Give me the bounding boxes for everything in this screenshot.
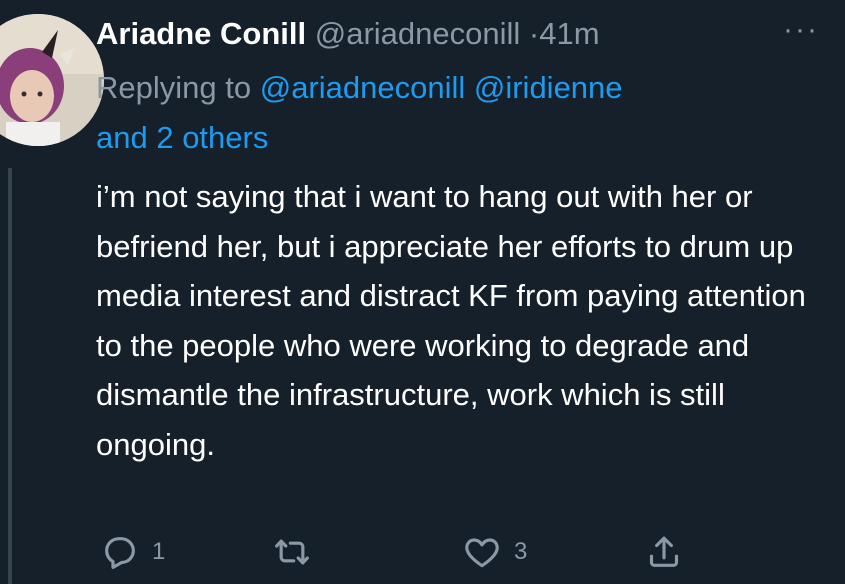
tweet-header: Ariadne Conill @ariadneconill ·41m <box>96 14 825 54</box>
timestamp[interactable]: 41m <box>539 16 599 51</box>
reply-button[interactable]: 1 <box>100 527 165 577</box>
more-icon[interactable]: ··· <box>783 15 819 45</box>
tweet-text: i’m not saying that i want to hang out w… <box>96 179 806 462</box>
share-icon <box>649 536 679 567</box>
replying-label: Replying to <box>96 70 252 105</box>
user-handle[interactable]: @ariadneconill <box>315 16 521 51</box>
mention-link[interactable]: @ariadneconill <box>260 70 466 105</box>
like-count: 3 <box>514 538 528 565</box>
like-button[interactable]: 3 <box>462 527 527 577</box>
share-button[interactable] <box>644 527 684 577</box>
replying-to: Replying to @ariadneconill @iridienne an… <box>96 63 796 163</box>
retweet-button[interactable] <box>272 527 324 577</box>
reply-icon <box>105 537 135 569</box>
thread-line <box>8 168 12 584</box>
separator: · <box>528 16 540 51</box>
action-bar: 1 3 <box>96 527 796 577</box>
mention-link[interactable]: @iridienne <box>474 70 623 105</box>
tweet[interactable]: Ariadne Conill @ariadneconill ·41m ··· R… <box>0 0 845 584</box>
avatar[interactable] <box>0 14 104 146</box>
display-name[interactable]: Ariadne Conill <box>96 16 306 51</box>
avatar-image <box>0 14 104 146</box>
retweet-icon <box>275 539 309 565</box>
reply-count: 1 <box>152 538 166 565</box>
like-icon <box>465 538 499 568</box>
others-link[interactable]: and 2 others <box>96 120 268 155</box>
